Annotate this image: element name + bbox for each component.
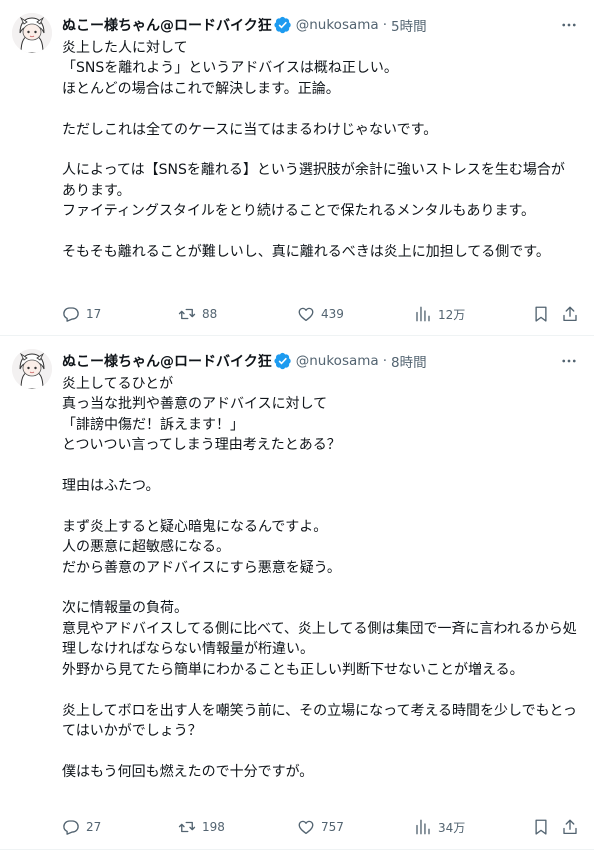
retweet-count: 198	[202, 820, 225, 834]
heart-icon	[298, 307, 314, 322]
avatar[interactable]	[12, 13, 52, 53]
tweet-actions: 17 88 439 12万	[62, 302, 582, 326]
share-button[interactable]	[561, 302, 579, 326]
share-icon	[563, 819, 577, 835]
tweet-timestamp[interactable]: 8時間	[391, 351, 427, 371]
tweet-actions: 27 198 757 34万	[62, 815, 582, 839]
tweet[interactable]: ぬこー様ちゃん@ロードバイク狂 @nukosama · 5時間 炎上した人に対し…	[0, 0, 594, 336]
reply-icon	[63, 820, 79, 835]
bookmark-icon	[535, 819, 547, 835]
reply-button[interactable]: 17	[62, 302, 101, 326]
reply-button[interactable]: 27	[62, 815, 101, 839]
reply-count: 17	[86, 307, 102, 321]
tweet[interactable]: ぬこー様ちゃん@ロードバイク狂 @nukosama · 8時間 炎上してるひとが…	[0, 336, 594, 850]
author-handle[interactable]: @nukosama	[296, 353, 379, 369]
more-icon[interactable]	[556, 348, 582, 374]
bookmark-button[interactable]	[532, 302, 550, 326]
like-button[interactable]: 439	[297, 302, 344, 326]
retweet-button[interactable]: 88	[178, 302, 217, 326]
share-icon	[563, 306, 577, 322]
reply-count: 27	[86, 820, 102, 834]
bookmark-button[interactable]	[532, 815, 550, 839]
tweet-header: ぬこー様ちゃん@ロードバイク狂 @nukosama · 8時間	[62, 348, 578, 374]
retweet-button[interactable]: 198	[178, 815, 225, 839]
verified-badge-icon	[274, 16, 292, 34]
author-name[interactable]: ぬこー様ちゃん@ロードバイク狂	[62, 15, 272, 35]
views-button[interactable]: 12万	[414, 302, 465, 326]
separator-dot: ·	[382, 353, 387, 369]
retweet-count: 88	[202, 307, 218, 321]
retweet-icon	[178, 308, 196, 320]
author-handle[interactable]: @nukosama	[296, 17, 379, 33]
tweet-header: ぬこー様ちゃん@ロードバイク狂 @nukosama · 5時間	[62, 12, 578, 38]
verified-badge-icon	[274, 352, 292, 370]
bookmark-icon	[535, 306, 547, 322]
views-chart-icon	[416, 306, 430, 322]
like-button[interactable]: 757	[297, 815, 344, 839]
tweet-timestamp[interactable]: 5時間	[391, 15, 427, 35]
heart-icon	[298, 820, 314, 835]
tweet-text: 炎上した人に対して 「SNSを離れよう」というアドバイスは概ね正しい。 ほとんど…	[62, 40, 565, 261]
views-button[interactable]: 34万	[414, 815, 465, 839]
retweet-icon	[178, 821, 196, 833]
view-count: 12万	[438, 307, 466, 322]
like-count: 757	[321, 820, 344, 834]
share-button[interactable]	[561, 815, 579, 839]
view-count: 34万	[438, 820, 466, 835]
reply-icon	[63, 307, 79, 322]
separator-dot: ·	[382, 17, 387, 33]
tweet-text: 炎上してるひとが 真っ当な批判や善意のアドバイスに対して 「誹謗中傷だ！訴えます…	[62, 376, 577, 780]
author-name[interactable]: ぬこー様ちゃん@ロードバイク狂	[62, 351, 272, 371]
more-icon[interactable]	[556, 12, 582, 38]
like-count: 439	[321, 307, 344, 321]
views-chart-icon	[416, 819, 430, 835]
avatar[interactable]	[12, 349, 52, 389]
